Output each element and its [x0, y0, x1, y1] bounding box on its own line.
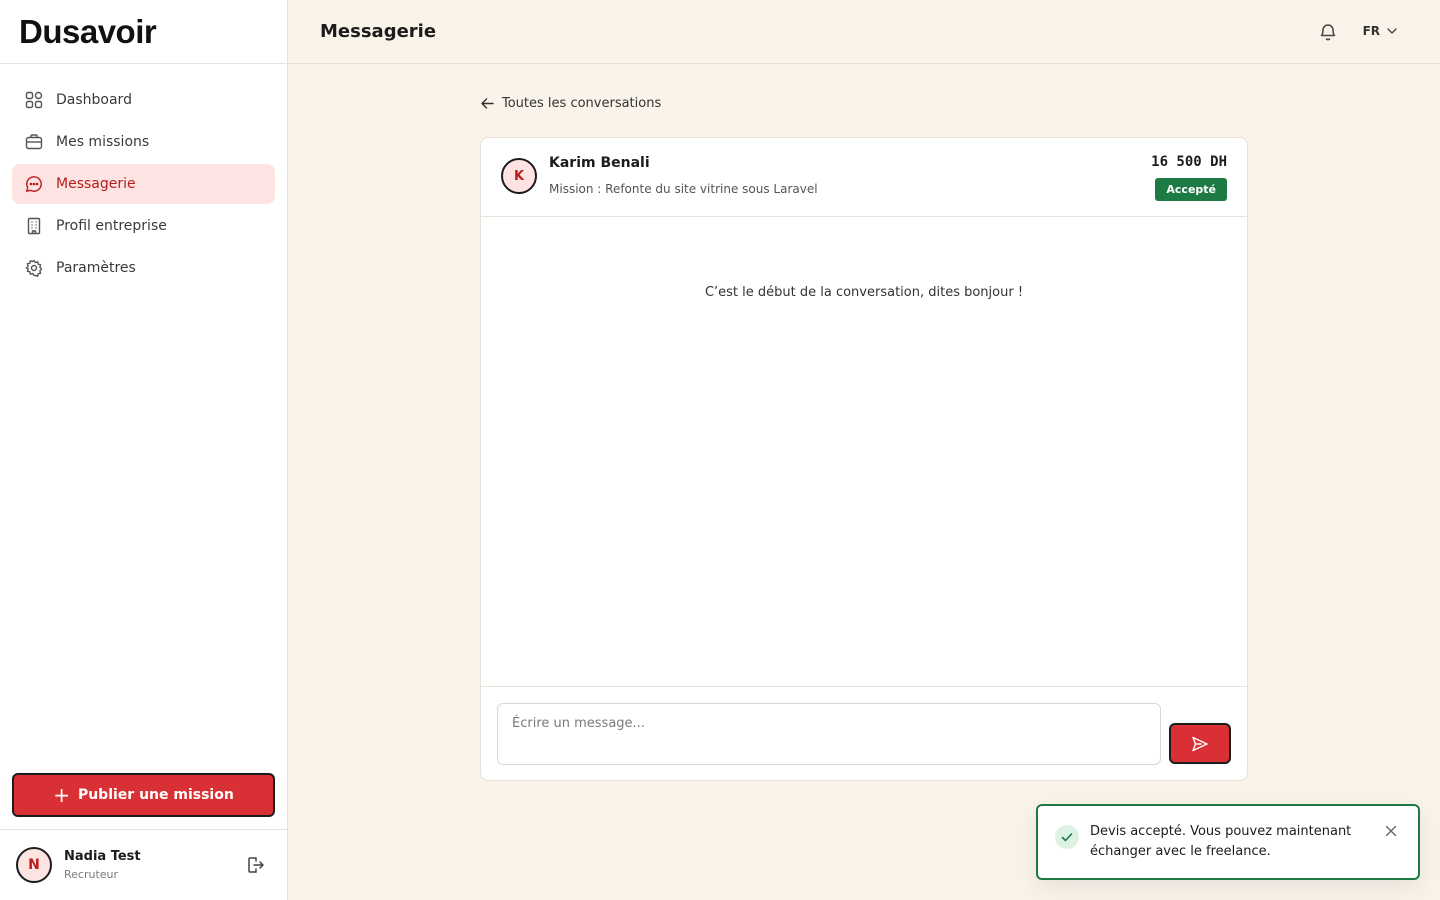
sidebar-item-parametres[interactable]: Paramètres [12, 248, 275, 288]
logout-icon[interactable] [245, 855, 265, 875]
avatar: K [501, 158, 537, 194]
quote-amount: 16 500 DH [1151, 154, 1227, 170]
sidebar-item-label: Mes missions [56, 134, 150, 150]
sidebar: Dusavoir Dashboard Mes missions Messager… [0, 0, 288, 900]
success-toast: Devis accepté. Vous pouvez maintenant éc… [1036, 804, 1420, 880]
back-link-label: Toutes les conversations [502, 96, 662, 111]
contact-name: Karim Benali [549, 155, 650, 171]
language-selector[interactable]: FR [1363, 24, 1398, 38]
sidebar-item-label: Paramètres [56, 260, 136, 276]
grid-icon [24, 90, 44, 110]
user-profile: N Nadia Test Recruteur [0, 829, 287, 900]
chevron-down-icon [1387, 28, 1397, 34]
message-input[interactable] [497, 703, 1161, 765]
avatar[interactable]: N [16, 847, 52, 883]
sidebar-item-messagerie[interactable]: Messagerie [12, 164, 275, 204]
message-thread: C’est le début de la conversation, dites… [481, 217, 1247, 687]
message-composer [481, 687, 1247, 780]
sidebar-item-dashboard[interactable]: Dashboard [12, 80, 275, 120]
page-title: Messagerie [320, 21, 437, 42]
arrow-left-icon [481, 98, 494, 109]
conversation-header: K Karim Benali Mission : Refonte du site… [481, 138, 1247, 217]
bell-icon[interactable] [1318, 22, 1338, 42]
publish-mission-button[interactable]: + Publier une mission [12, 773, 275, 817]
sidebar-item-label: Messagerie [56, 176, 136, 192]
sidebar-item-missions[interactable]: Mes missions [12, 122, 275, 162]
sidebar-nav: Dashboard Mes missions Messagerie Profil… [0, 64, 287, 288]
top-header: Messagerie FR [288, 0, 1440, 64]
language-label: FR [1362, 24, 1380, 38]
back-to-conversations-link[interactable]: Toutes les conversations [480, 96, 661, 111]
logo-text: Dusavoir [19, 12, 157, 50]
user-name: Nadia Test [64, 849, 141, 864]
logo[interactable]: Dusavoir [0, 0, 287, 64]
sidebar-item-label: Profil entreprise [56, 218, 167, 234]
briefcase-icon [24, 132, 44, 152]
sidebar-item-profil[interactable]: Profil entreprise [12, 206, 275, 246]
check-icon [1055, 825, 1079, 849]
toast-message: Devis accepté. Vous pouvez maintenant éc… [1090, 824, 1352, 859]
chat-icon [24, 174, 44, 194]
sidebar-item-label: Dashboard [56, 92, 132, 108]
user-role: Recruteur [64, 868, 119, 881]
gear-icon [24, 258, 44, 278]
plus-icon: + [53, 783, 70, 807]
building-icon [24, 216, 44, 236]
status-badge: Accepté [1155, 178, 1227, 201]
send-button[interactable] [1169, 723, 1231, 764]
send-icon [1192, 736, 1208, 751]
empty-conversation-text: C’est le début de la conversation, dites… [704, 285, 1024, 300]
conversation-panel: K Karim Benali Mission : Refonte du site… [480, 137, 1248, 781]
close-icon[interactable] [1383, 823, 1399, 839]
mission-title: Mission : Refonte du site vitrine sous L… [549, 182, 818, 196]
publish-mission-label: Publier une mission [77, 787, 234, 803]
